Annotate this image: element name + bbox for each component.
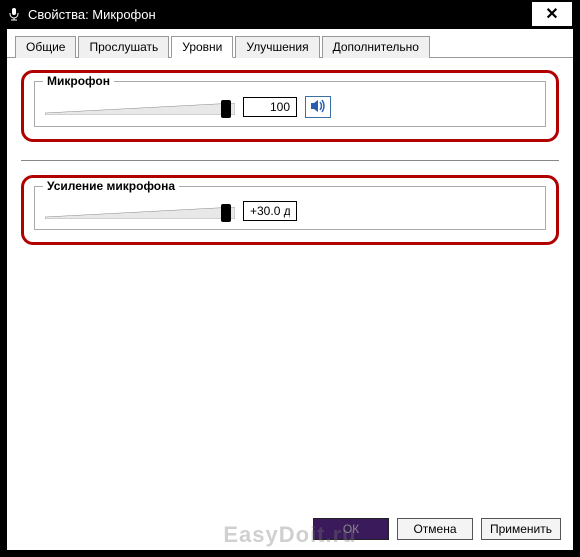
group-label-gain: Усиление микрофона: [43, 179, 179, 193]
tab-strip: Общие Прослушать Уровни Улучшения Дополн…: [7, 29, 573, 58]
close-button[interactable]: ✕: [532, 2, 572, 26]
group-gain: Усиление микрофона: [34, 186, 546, 230]
ok-button[interactable]: ОК: [313, 518, 389, 540]
close-icon: ✕: [545, 4, 558, 24]
tab-enhancements[interactable]: Улучшения: [235, 36, 319, 58]
tab-general[interactable]: Общие: [15, 36, 76, 58]
tab-listen[interactable]: Прослушать: [78, 36, 169, 58]
dialog-buttons: ОК Отмена Применить: [313, 518, 561, 540]
tab-levels[interactable]: Уровни: [171, 36, 233, 58]
group-microphone: Микрофон: [34, 81, 546, 127]
gain-slider-row: [45, 201, 535, 221]
mic-value-input[interactable]: [243, 97, 297, 117]
group-label-microphone: Микрофон: [43, 74, 114, 88]
apply-button[interactable]: Применить: [481, 518, 561, 540]
microphone-icon: [8, 7, 22, 21]
highlight-microphone: Микрофон: [21, 70, 559, 142]
mic-slider[interactable]: [45, 97, 235, 117]
tab-content: Микрофон: [7, 58, 573, 509]
slider-wedge-icon: [45, 103, 235, 115]
mic-slider-thumb[interactable]: [221, 100, 231, 118]
tab-advanced[interactable]: Дополнительно: [322, 36, 430, 58]
mute-button[interactable]: [305, 96, 331, 118]
speaker-icon: [310, 99, 326, 116]
cancel-button[interactable]: Отмена: [397, 518, 473, 540]
slider-wedge-icon: [45, 207, 235, 219]
gain-value-input[interactable]: [243, 201, 297, 221]
gain-slider[interactable]: [45, 201, 235, 221]
titlebar: Свойства: Микрофон ✕: [0, 0, 580, 28]
divider: [21, 160, 559, 161]
gain-slider-thumb[interactable]: [221, 204, 231, 222]
highlight-gain: Усиление микрофона: [21, 175, 559, 245]
client-area: Общие Прослушать Уровни Улучшения Дополн…: [6, 28, 574, 551]
mic-slider-row: [45, 96, 535, 118]
window-title: Свойства: Микрофон: [28, 7, 532, 22]
properties-window: Свойства: Микрофон ✕ Общие Прослушать Ур…: [0, 0, 580, 557]
